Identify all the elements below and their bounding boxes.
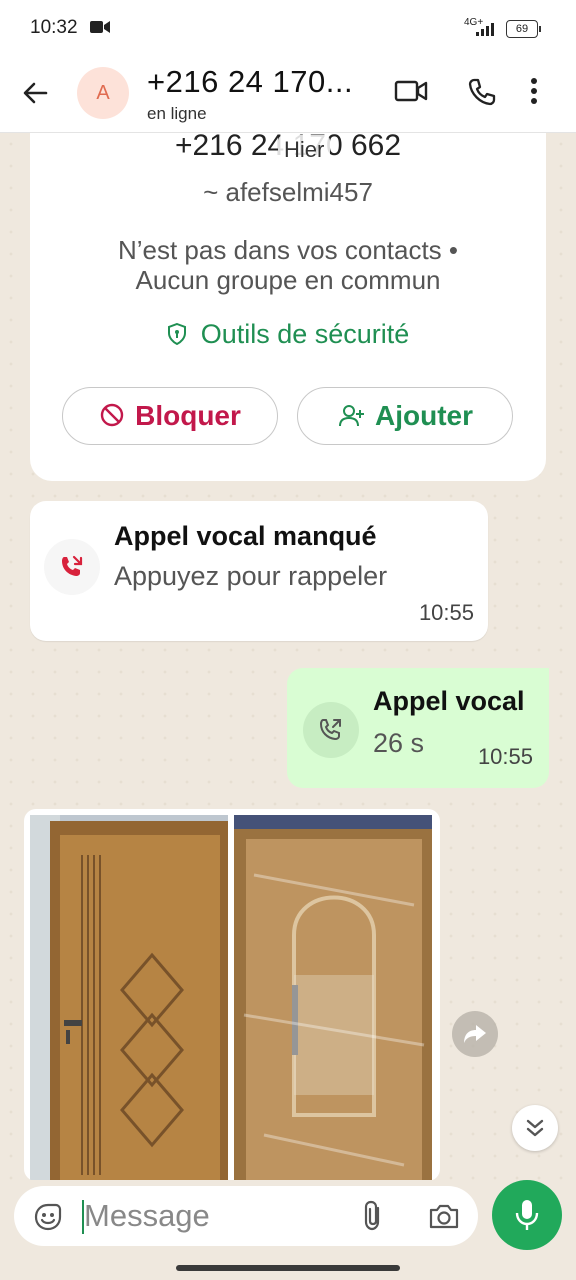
contact-context-line: Aucun groupe en commun xyxy=(135,265,441,295)
status-bar: 10:32 4G+ 69 xyxy=(0,0,576,56)
door-photo[interactable] xyxy=(234,815,432,1180)
more-options-icon[interactable] xyxy=(530,76,538,111)
missed-call-title: Appel vocal manqué xyxy=(114,521,377,551)
add-person-icon xyxy=(339,405,364,427)
voice-call-icon[interactable] xyxy=(466,76,498,113)
video-recording-icon xyxy=(90,20,110,39)
message-time: 10:55 xyxy=(477,744,533,769)
block-label: Bloquer xyxy=(135,400,241,431)
chat-header: A +216 24 170... en ligne xyxy=(0,56,576,133)
date-chip: Hier xyxy=(278,135,331,165)
microphone-icon[interactable] xyxy=(492,1180,562,1250)
add-contact-button[interactable]: Ajouter xyxy=(297,387,513,445)
sticker-emoji-icon[interactable] xyxy=(32,1201,64,1238)
contact-context-line: N’est pas dans vos contacts • xyxy=(117,235,459,265)
home-indicator[interactable] xyxy=(176,1265,400,1271)
message-composer[interactable]: Message xyxy=(14,1186,478,1246)
image-album-message[interactable] xyxy=(24,809,440,1180)
safety-tools-link[interactable]: Outils de sécurité xyxy=(30,319,546,350)
missed-call-subtitle: Appuyez pour rappeler xyxy=(114,561,388,591)
message-input[interactable]: Message xyxy=(84,1198,210,1234)
camera-icon[interactable] xyxy=(428,1202,460,1235)
chat-area[interactable]: +216 24 170 662 Hier ~ afefselmi457 N’es… xyxy=(0,133,576,1180)
battery-icon: 69 xyxy=(506,20,541,38)
avatar[interactable]: A xyxy=(77,67,129,119)
missed-call-icon xyxy=(44,539,100,595)
contact-username: ~ afefselmi457 xyxy=(203,177,373,207)
outgoing-call-icon xyxy=(303,702,359,758)
presence-status: en ligne xyxy=(147,104,207,123)
forward-icon[interactable] xyxy=(452,1011,498,1057)
block-icon xyxy=(100,403,124,427)
scroll-to-bottom-icon[interactable] xyxy=(512,1105,558,1151)
safety-tools-label: Outils de sécurité xyxy=(200,319,410,349)
missed-call-message[interactable]: Appel vocal manqué Appuyez pour rappeler… xyxy=(30,501,488,641)
video-call-icon[interactable] xyxy=(394,76,428,111)
shield-icon xyxy=(167,322,186,346)
signal-icon xyxy=(476,22,498,41)
paperclip-icon[interactable] xyxy=(361,1200,387,1237)
status-time: 10:32 xyxy=(30,17,78,38)
call-duration: 26 s xyxy=(373,728,425,758)
contact-info-card: +216 24 170 662 Hier ~ afefselmi457 N’es… xyxy=(30,133,546,481)
door-photo[interactable] xyxy=(30,815,228,1180)
outgoing-call-title: Appel vocal xyxy=(373,686,525,716)
outgoing-call-message[interactable]: Appel vocal 26 s 10:55 xyxy=(287,668,549,788)
block-button[interactable]: Bloquer xyxy=(62,387,278,445)
add-label: Ajouter xyxy=(375,400,473,431)
message-time: 10:55 xyxy=(418,600,474,625)
contact-context: N’est pas dans vos contacts • Aucun grou… xyxy=(30,235,546,295)
back-arrow-icon[interactable] xyxy=(20,78,50,113)
contact-name[interactable]: +216 24 170... xyxy=(147,64,353,100)
